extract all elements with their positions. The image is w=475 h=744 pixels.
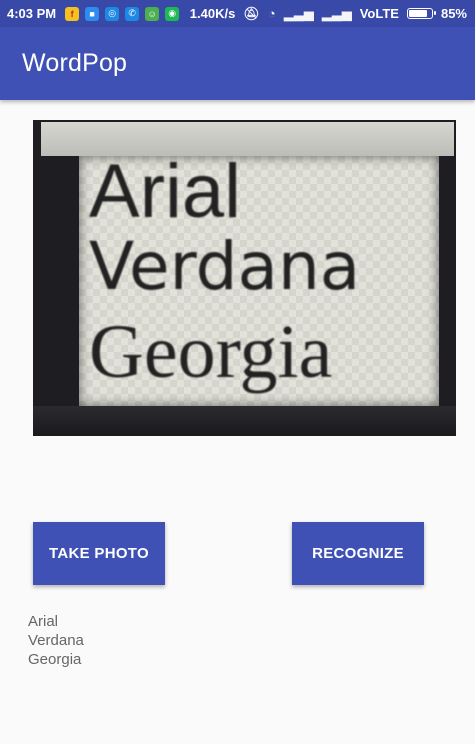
status-bar: 4:03 PM f ■ ◎ ✆ ☺ ◉ 1.40K/s 🔕︎ ◔ ▂▃▅ ▂▃▅… <box>0 0 475 27</box>
app-icon-green: ◉ <box>165 6 180 21</box>
android-icon: ☺ <box>145 6 160 21</box>
result-line: Verdana <box>28 632 84 649</box>
recognized-text: Arial Verdana Georgia <box>28 612 84 669</box>
mute-icon: 🔕︎ <box>243 5 260 21</box>
network-type: VoLTE <box>359 6 399 21</box>
app-bar: WordPop <box>0 27 475 100</box>
photo-text-line-1: Arial <box>89 149 242 234</box>
battery-icon <box>406 8 436 19</box>
battery-percent: 85% <box>440 6 467 21</box>
signal-icon-2: ▂▃▅ <box>321 5 352 21</box>
photo-page: Arial Verdana Georgia <box>79 149 439 406</box>
signal-icon: ▂▃▅ <box>283 5 314 21</box>
captured-photo: Arial Verdana Georgia <box>33 120 456 436</box>
notification-icons: f ■ ◎ ✆ ☺ ◉ <box>65 6 180 21</box>
phone-icon: ✆ <box>125 6 140 21</box>
photo-text-line-2: Verdana <box>89 228 361 305</box>
wifi-icon: ◔ <box>267 6 276 21</box>
result-line: Georgia <box>28 651 82 668</box>
take-photo-button[interactable]: TAKE PHOTO <box>33 522 165 585</box>
network-speed: 1.40K/s <box>189 6 236 21</box>
messenger-icon: ◎ <box>105 6 120 21</box>
photo-bottom-strip <box>33 406 456 436</box>
status-time: 4:03 PM <box>7 6 57 21</box>
result-line: Arial <box>28 613 59 630</box>
recognize-button[interactable]: RECOGNIZE <box>292 522 424 585</box>
photo-text-line-3: Georgia <box>89 310 333 394</box>
flipkart-icon: f <box>65 6 80 21</box>
app-title: WordPop <box>22 49 128 77</box>
app-icon: ■ <box>85 6 100 21</box>
